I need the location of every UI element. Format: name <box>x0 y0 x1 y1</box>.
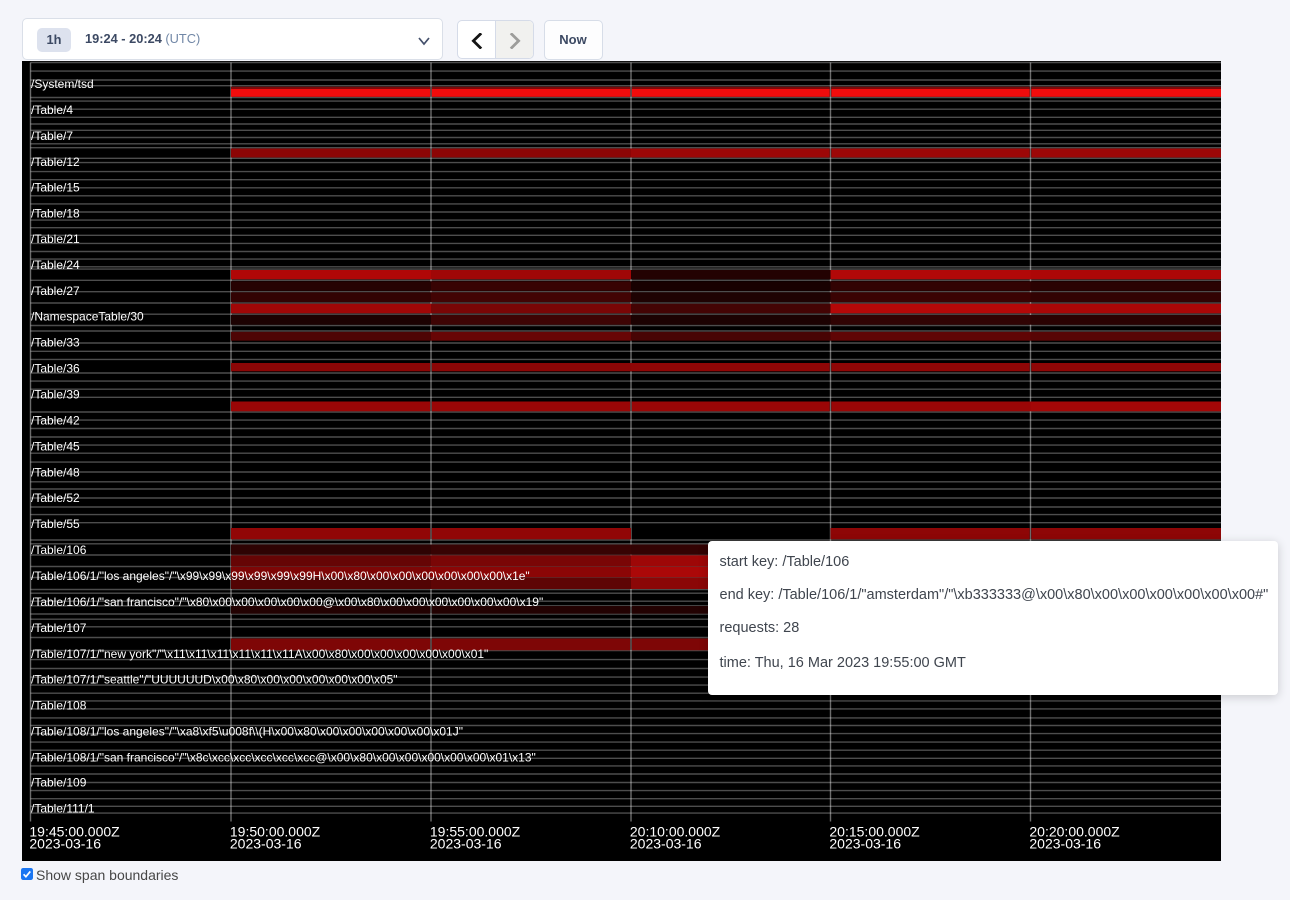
svg-text:/Table/106/1/"san francisco"/": /Table/106/1/"san francisco"/"\x80\x00\x… <box>31 594 543 608</box>
svg-text:/Table/33: /Table/33 <box>31 335 80 349</box>
svg-text:/Table/52: /Table/52 <box>31 490 80 504</box>
svg-text:/Table/4: /Table/4 <box>31 102 73 116</box>
svg-text:2023-03-16: 2023-03-16 <box>29 835 101 851</box>
svg-text:/Table/107/1/"new york"/"\x11\: /Table/107/1/"new york"/"\x11\x11\x11\x1… <box>31 646 488 660</box>
svg-text:/Table/48: /Table/48 <box>31 465 80 479</box>
svg-text:/Table/109: /Table/109 <box>31 775 87 789</box>
svg-text:/Table/55: /Table/55 <box>31 516 80 530</box>
svg-text:/Table/42: /Table/42 <box>31 413 80 427</box>
svg-text:/Table/15: /Table/15 <box>31 180 80 194</box>
svg-text:/Table/107/1/"seattle"/"UUUUUU: /Table/107/1/"seattle"/"UUUUUUD\x00\x80\… <box>31 672 398 686</box>
svg-text:/Table/21: /Table/21 <box>31 231 80 245</box>
svg-text:2023-03-16: 2023-03-16 <box>430 835 502 851</box>
svg-text:2023-03-16: 2023-03-16 <box>230 835 302 851</box>
svg-text:/Table/107: /Table/107 <box>31 620 87 634</box>
svg-text:/Table/45: /Table/45 <box>31 439 80 453</box>
svg-text:2023-03-16: 2023-03-16 <box>829 835 901 851</box>
svg-text:/Table/108: /Table/108 <box>31 698 87 712</box>
svg-text:/Table/27: /Table/27 <box>31 283 80 297</box>
svg-text:/Table/39: /Table/39 <box>31 387 80 401</box>
svg-text:/Table/108/1/"san francisco"/": /Table/108/1/"san francisco"/"\x8c\xcc\x… <box>31 750 536 764</box>
svg-text:/System/tsd: /System/tsd <box>31 76 94 90</box>
svg-text:/Table/24: /Table/24 <box>31 257 80 271</box>
svg-text:2023-03-16: 2023-03-16 <box>630 835 702 851</box>
svg-text:/Table/106/1/"los angeles"/"\x: /Table/106/1/"los angeles"/"\x99\x99\x99… <box>31 568 530 582</box>
svg-text:/Table/36: /Table/36 <box>31 361 80 375</box>
svg-text:/NamespaceTable/30: /NamespaceTable/30 <box>31 309 144 323</box>
svg-text:/Table/111/1: /Table/111/1 <box>31 801 95 815</box>
svg-text:/Table/106: /Table/106 <box>31 542 87 556</box>
svg-text:/Table/7: /Table/7 <box>31 128 73 142</box>
svg-text:/Table/108/1/"los angeles"/"\x: /Table/108/1/"los angeles"/"\xa8\xf5\u00… <box>31 724 463 738</box>
svg-text:/Table/18: /Table/18 <box>31 206 80 220</box>
svg-text:2023-03-16: 2023-03-16 <box>1029 835 1101 851</box>
svg-text:/Table/12: /Table/12 <box>31 154 80 168</box>
